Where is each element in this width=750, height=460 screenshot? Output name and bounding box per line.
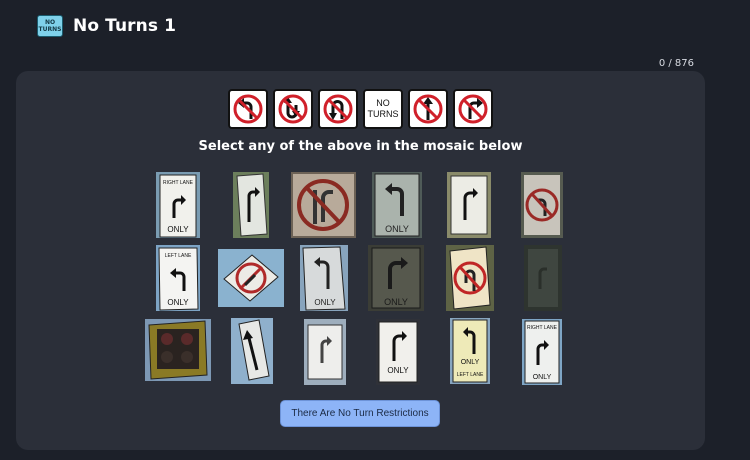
mosaic-tile-8[interactable] [218, 249, 284, 307]
tile17-mid-text: ONLY [461, 359, 480, 366]
app-icon-line2: TURNS [38, 26, 62, 33]
page-title: No Turns 1 [73, 16, 177, 36]
tile16-bottom-text: ONLY [387, 366, 409, 375]
tile9-bottom-text: ONLY [314, 298, 336, 307]
tile18-top-text: RIGHT LANE [527, 325, 558, 331]
no-turns-app-icon: NO TURNS [37, 15, 63, 37]
no-left-turn-icon [228, 89, 268, 129]
mosaic-tile-2[interactable] [233, 172, 269, 238]
mosaic-tile-6[interactable] [521, 172, 563, 238]
mosaic-tile-3[interactable] [291, 172, 356, 238]
mosaic-tile-12[interactable] [524, 245, 562, 311]
header: NO TURNS No Turns 1 [37, 15, 176, 37]
mosaic-tile-13[interactable] [145, 319, 211, 381]
instruction-text: Select any of the above in the mosaic be… [198, 139, 523, 154]
tile7-bottom-text: ONLY [167, 298, 189, 307]
no-u-turn-icon [318, 89, 358, 129]
progress-counter: 0 / 876 [658, 58, 694, 69]
tile10-bottom-text: ONLY [384, 297, 408, 307]
mosaic-tile-14[interactable] [231, 318, 273, 384]
mosaic-tile-17[interactable]: ONLY LEFT LANE [450, 318, 490, 384]
no-right-turn-icon [453, 89, 493, 129]
tile1-top-text: RIGHT LANE [163, 180, 194, 186]
tile17-bottom-text: LEFT LANE [457, 372, 484, 378]
mosaic-tile-5[interactable] [447, 172, 491, 238]
no-turns-text-sign: NO TURNS [363, 89, 403, 129]
mosaic-tile-1[interactable]: RIGHT LANE ONLY [156, 172, 200, 238]
mosaic-tile-7[interactable]: LEFT LANE ONLY [156, 245, 200, 311]
mosaic-tile-16[interactable]: ONLY [376, 319, 420, 385]
task-panel: NO TURNS Select any of the above in the … [16, 71, 705, 450]
reference-signs: NO TURNS [228, 89, 493, 129]
app-icon-line1: NO [44, 19, 56, 26]
no-turns-line1: NO [376, 98, 390, 108]
no-turns-line2: TURNS [367, 109, 399, 119]
mosaic-tile-10[interactable]: ONLY [368, 245, 424, 311]
mosaic-tile-11[interactable] [446, 245, 494, 311]
tile1-bottom-text: ONLY [167, 225, 189, 234]
mosaic-tile-15[interactable] [304, 319, 346, 385]
mosaic-tile-9[interactable]: ONLY [300, 245, 348, 311]
no-straight-icon [408, 89, 448, 129]
no-turn-restrictions-button[interactable]: There Are No Turn Restrictions [280, 400, 440, 427]
mosaic-tile-4[interactable]: ONLY [372, 172, 422, 238]
tile7-top-text: LEFT LANE [165, 253, 192, 259]
mosaic-tile-18[interactable]: RIGHT LANE ONLY [522, 319, 562, 385]
no-u-turn-left-icon [273, 89, 313, 129]
tile4-bottom-text: ONLY [385, 224, 409, 234]
tile18-bottom-text: ONLY [533, 374, 552, 381]
